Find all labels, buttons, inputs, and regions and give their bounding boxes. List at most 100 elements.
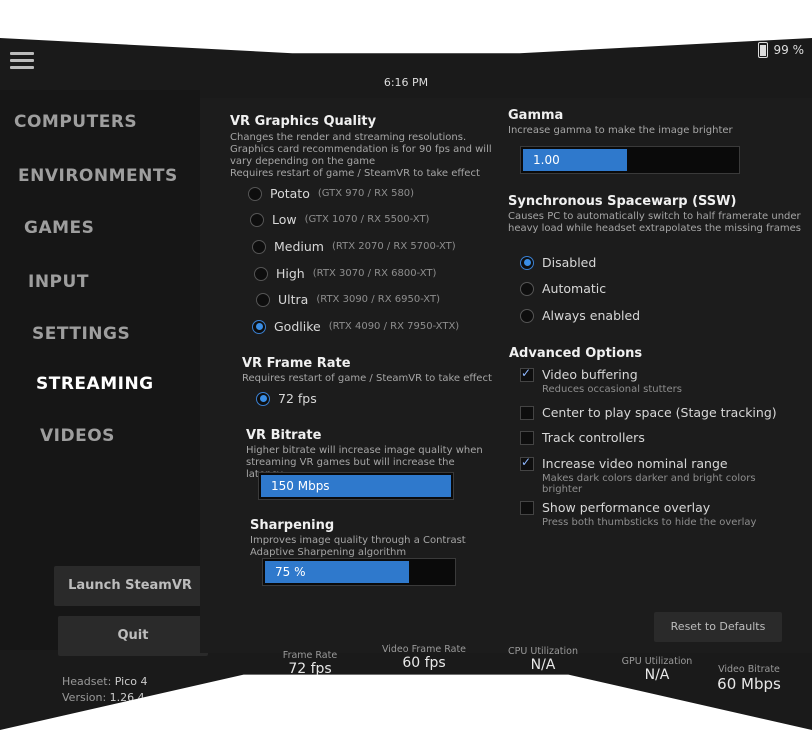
gamma-value: 1.00 — [533, 153, 560, 167]
frame-rate-section: VR Frame Rate Requires restart of game /… — [242, 356, 512, 385]
stat-value: N/A — [530, 657, 556, 673]
nav-input[interactable]: INPUT — [28, 272, 89, 292]
launch-steamvr-button[interactable]: Launch SteamVR — [54, 566, 206, 606]
radio-icon[interactable] — [254, 266, 268, 281]
graphics-quality-section: VR Graphics Quality Changes the render a… — [230, 114, 500, 180]
checkbox-icon[interactable] — [520, 500, 534, 515]
option-label: Medium — [274, 239, 324, 254]
radio-icon[interactable] — [252, 239, 266, 254]
option-label: Show performance overlay — [542, 500, 711, 515]
reset-to-defaults-button[interactable]: Reset to Defaults — [654, 612, 782, 642]
graphics-option-godlike[interactable]: Godlike (RTX 4090 / RX 7950-XTX) — [252, 319, 459, 334]
sharpening-title: Sharpening — [250, 518, 335, 533]
sharpening-slider[interactable]: 75 % — [262, 558, 456, 586]
checkbox-icon[interactable] — [520, 430, 534, 445]
graphics-quality-title: VR Graphics Quality — [230, 114, 377, 129]
option-label: Ultra — [278, 292, 309, 307]
sharpening-section: Sharpening Improves image quality throug… — [250, 518, 500, 559]
option-performance-overlay[interactable]: Show performance overlay Press both thum… — [520, 500, 800, 528]
radio-icon[interactable] — [520, 281, 534, 296]
ssw-desc: Causes PC to automatically switch to hal… — [508, 211, 801, 234]
option-hint: Reduces occasional stutters — [542, 384, 682, 395]
stat-frame-rate: Frame Rate 72 fps — [272, 650, 348, 677]
checkbox-checked-icon[interactable] — [520, 366, 534, 382]
option-stage-tracking[interactable]: Center to play space (Stage tracking) — [520, 405, 810, 420]
stat-value: 72 fps — [288, 661, 332, 677]
nav-computers[interactable]: COMPUTERS — [14, 112, 137, 132]
option-video-buffering[interactable]: Video buffering Reduces occasional stutt… — [520, 366, 800, 395]
option-hint: (RTX 4090 / RX 7950-XTX) — [328, 321, 460, 332]
frame-rate-option-72[interactable]: 72 fps — [256, 391, 317, 406]
gamma-desc: Increase gamma to make the image brighte… — [508, 125, 733, 136]
advanced-options-title: Advanced Options — [509, 346, 643, 361]
graphics-option-low[interactable]: Low (GTX 1070 / RX 5500-XT) — [250, 212, 429, 227]
battery-icon — [757, 42, 768, 58]
option-label: Godlike — [274, 319, 321, 334]
ssw-option-automatic[interactable]: Automatic — [520, 281, 606, 296]
radio-selected-icon[interactable] — [256, 391, 270, 406]
frame-rate-desc: Requires restart of game / SteamVR to ta… — [242, 373, 492, 384]
radio-icon[interactable] — [250, 212, 264, 227]
quit-button[interactable]: Quit — [58, 616, 208, 656]
stat-value: 60 Mbps — [717, 675, 781, 693]
battery-percent: 99 % — [773, 43, 805, 57]
radio-icon[interactable] — [520, 308, 534, 323]
option-label: Increase video nominal range — [542, 456, 728, 471]
graphics-option-potato[interactable]: Potato (GTX 970 / RX 580) — [248, 186, 414, 201]
option-label: Video buffering — [542, 367, 638, 382]
headset-label: Headset: — [62, 675, 112, 688]
bitrate-slider[interactable]: 150 Mbps — [258, 472, 454, 500]
checkbox-checked-icon[interactable] — [520, 455, 534, 471]
ssw-title: Synchronous Spacewarp (SSW) — [508, 194, 737, 209]
option-hint: (GTX 970 / RX 580) — [317, 188, 415, 199]
nav-streaming[interactable]: STREAMING — [36, 374, 154, 394]
option-label: Center to play space (Stage tracking) — [542, 405, 777, 420]
graphics-option-ultra[interactable]: Ultra (RTX 3090 / RX 6950-XT) — [256, 292, 440, 307]
graphics-quality-desc: Changes the render and streaming resolut… — [230, 132, 492, 167]
option-track-controllers[interactable]: Track controllers — [520, 430, 800, 445]
stat-label: GPU Utilization — [621, 656, 693, 667]
option-nominal-range[interactable]: Increase video nominal range Makes dark … — [520, 455, 780, 495]
streaming-settings-panel: 6:16 PM 99 % COMPUTERS ENVIRONMENTS GAME… — [0, 38, 812, 730]
option-hint: (GTX 1070 / RX 5500-XT) — [304, 214, 430, 225]
stat-value: N/A — [644, 667, 670, 683]
version-label: Version: — [62, 691, 107, 704]
ssw-section: Synchronous Spacewarp (SSW) Causes PC to… — [508, 194, 808, 235]
ssw-option-always-enabled[interactable]: Always enabled — [520, 308, 640, 323]
device-info: Headset: Pico 4 Version: 1.26.4 — [62, 674, 148, 706]
nav-videos[interactable]: VIDEOS — [40, 426, 115, 446]
option-label: Always enabled — [542, 308, 641, 323]
graphics-option-high[interactable]: High (RTX 3070 / RX 6800-XT) — [254, 266, 436, 281]
stat-label: Video Frame Rate — [381, 644, 467, 655]
headset-value: Pico 4 — [114, 675, 148, 688]
checkbox-icon[interactable] — [520, 405, 534, 420]
option-label: 72 fps — [278, 391, 317, 406]
stat-gpu-utilization: GPU Utilization N/A — [598, 656, 716, 683]
stat-cpu-utilization: CPU Utilization N/A — [484, 646, 602, 673]
option-hint: Makes dark colors darker and bright colo… — [542, 473, 756, 495]
gamma-title: Gamma — [508, 108, 564, 123]
option-label: Low — [272, 212, 297, 227]
ssw-option-disabled[interactable]: Disabled — [520, 255, 596, 270]
option-label: Automatic — [542, 281, 607, 296]
radio-icon[interactable] — [248, 186, 262, 201]
nav-settings[interactable]: SETTINGS — [32, 324, 130, 344]
option-hint: (RTX 2070 / RX 5700-XT) — [331, 241, 456, 252]
radio-icon[interactable] — [256, 292, 270, 307]
nav-games[interactable]: GAMES — [24, 218, 94, 238]
stat-label: Frame Rate — [282, 650, 338, 661]
radio-selected-icon[interactable] — [252, 319, 266, 334]
hamburger-menu-icon[interactable] — [10, 52, 34, 73]
graphics-quality-restart-note: Requires restart of game / SteamVR to ta… — [230, 168, 480, 179]
sharpening-value: 75 % — [275, 565, 306, 579]
version-value: 1.26.4 — [109, 691, 145, 704]
clock: 6:16 PM — [383, 76, 429, 89]
option-hint: (RTX 3090 / RX 6950-XT) — [316, 294, 440, 305]
option-label: Disabled — [542, 255, 597, 270]
sharpening-desc: Improves image quality through a Contras… — [250, 535, 466, 558]
gamma-slider[interactable]: 1.00 — [520, 146, 740, 174]
nav-environments[interactable]: ENVIRONMENTS — [18, 166, 178, 186]
graphics-option-medium[interactable]: Medium (RTX 2070 / RX 5700-XT) — [252, 239, 456, 254]
option-label: Potato — [270, 186, 310, 201]
radio-selected-icon[interactable] — [520, 255, 534, 270]
